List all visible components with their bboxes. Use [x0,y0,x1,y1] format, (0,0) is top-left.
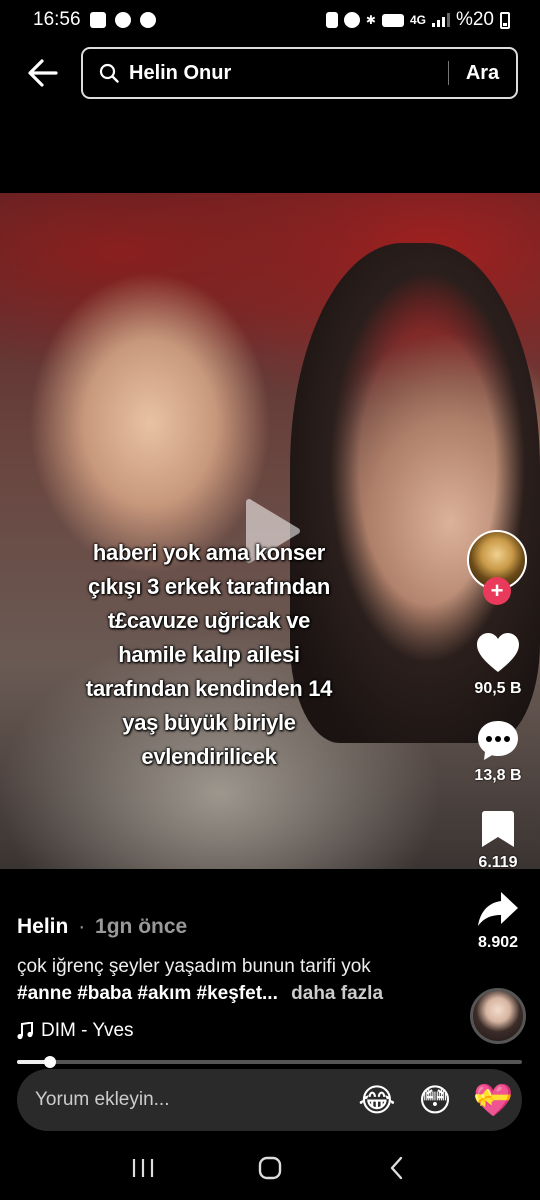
alarm-icon [343,12,360,28]
search-input[interactable]: Helin Onur [129,62,448,85]
back-button[interactable] [26,56,60,90]
post-author-line: Helin · 1gn önce [17,915,187,939]
recent-apps-icon [133,1158,154,1177]
overlay-line: çıkışı 3 erkek tarafından [88,574,330,599]
arrow-left-icon [28,59,58,87]
post-caption: çok iğrenç şeyler yaşadım bunun tarifi y… [17,956,371,977]
notification-icon [114,12,131,28]
music-info[interactable]: DIM - Yves [17,1020,134,1042]
hashtag-line: #anne #baba #akım #keşfet... daha fazla [17,983,383,1005]
overlay-line: hamile kalıp ailesi [118,642,300,667]
search-icon [99,63,119,83]
status-bar: 16:56 ✱ 4G %20 [0,0,540,40]
bluetooth-icon: ✱ [365,13,376,27]
separator: · [78,915,86,938]
more-link[interactable]: daha fazla [291,983,383,1004]
overlay-line: yaş büyük biriyle [122,710,296,735]
overlay-line: evlendirilicek [141,744,277,769]
gallery-icon [89,12,106,28]
author-name[interactable]: Helin [17,915,68,938]
video-overlay-text: haberi yok ama konser çıkışı 3 erkek tar… [20,536,398,774]
comment-count: 13,8 B [474,767,522,784]
share-button[interactable]: 8.902 [458,890,538,952]
vibrate-icon [325,12,338,28]
home-icon [258,1156,282,1179]
back-nav-button[interactable] [377,1148,417,1188]
overlay-line: t£cavuze uğricak ve [107,608,311,633]
like-button[interactable]: 90,5 B [458,632,538,698]
system-nav-bar [0,1135,540,1200]
signal-icon [431,13,450,27]
search-bar[interactable]: Helin Onur Ara [81,47,518,99]
post-time: 1gn önce [95,915,188,938]
home-button[interactable] [250,1148,290,1188]
emoji-flushed[interactable]: 😳 [406,1081,464,1119]
battery-icon [500,11,510,29]
save-button[interactable]: 6.119 [458,810,538,872]
comment-icon [478,721,518,760]
battery-percent: %20 [455,9,494,30]
hd-icon [381,13,404,27]
network-type: 4G [409,13,426,27]
save-count: 6.119 [478,854,518,871]
search-submit-button[interactable]: Ara [449,62,516,85]
emoji-heart-gift[interactable]: 💝 [464,1081,522,1119]
progress-handle[interactable] [44,1056,57,1068]
overlay-line: tarafından kendinden 14 [85,676,333,701]
music-title: DIM - Yves [41,1020,134,1041]
share-icon [478,892,518,926]
music-note-icon [17,1022,33,1040]
music-disc-avatar[interactable] [470,988,526,1044]
chevron-left-icon [390,1156,402,1179]
emoji-laughing[interactable]: 😂 [348,1081,406,1119]
pinterest-icon [139,12,156,28]
comment-bar: Yorum ekleyin... 😂 😳 💝 [17,1069,522,1131]
comment-button[interactable]: 13,8 B [458,719,538,785]
video-progress-bar[interactable] [17,1056,522,1068]
recent-apps-button[interactable] [123,1148,163,1188]
comment-input[interactable]: Yorum ekleyin... [35,1089,348,1111]
follow-button[interactable]: + [483,577,511,605]
hashtags[interactable]: #anne #baba #akım #keşfet... [17,983,278,1004]
bookmark-icon [482,811,514,847]
overlay-line: haberi yok ama konser [92,540,326,565]
like-count: 90,5 B [474,680,522,697]
status-time: 16:56 [33,9,81,30]
share-count: 8.902 [477,934,519,951]
heart-icon [477,633,519,672]
